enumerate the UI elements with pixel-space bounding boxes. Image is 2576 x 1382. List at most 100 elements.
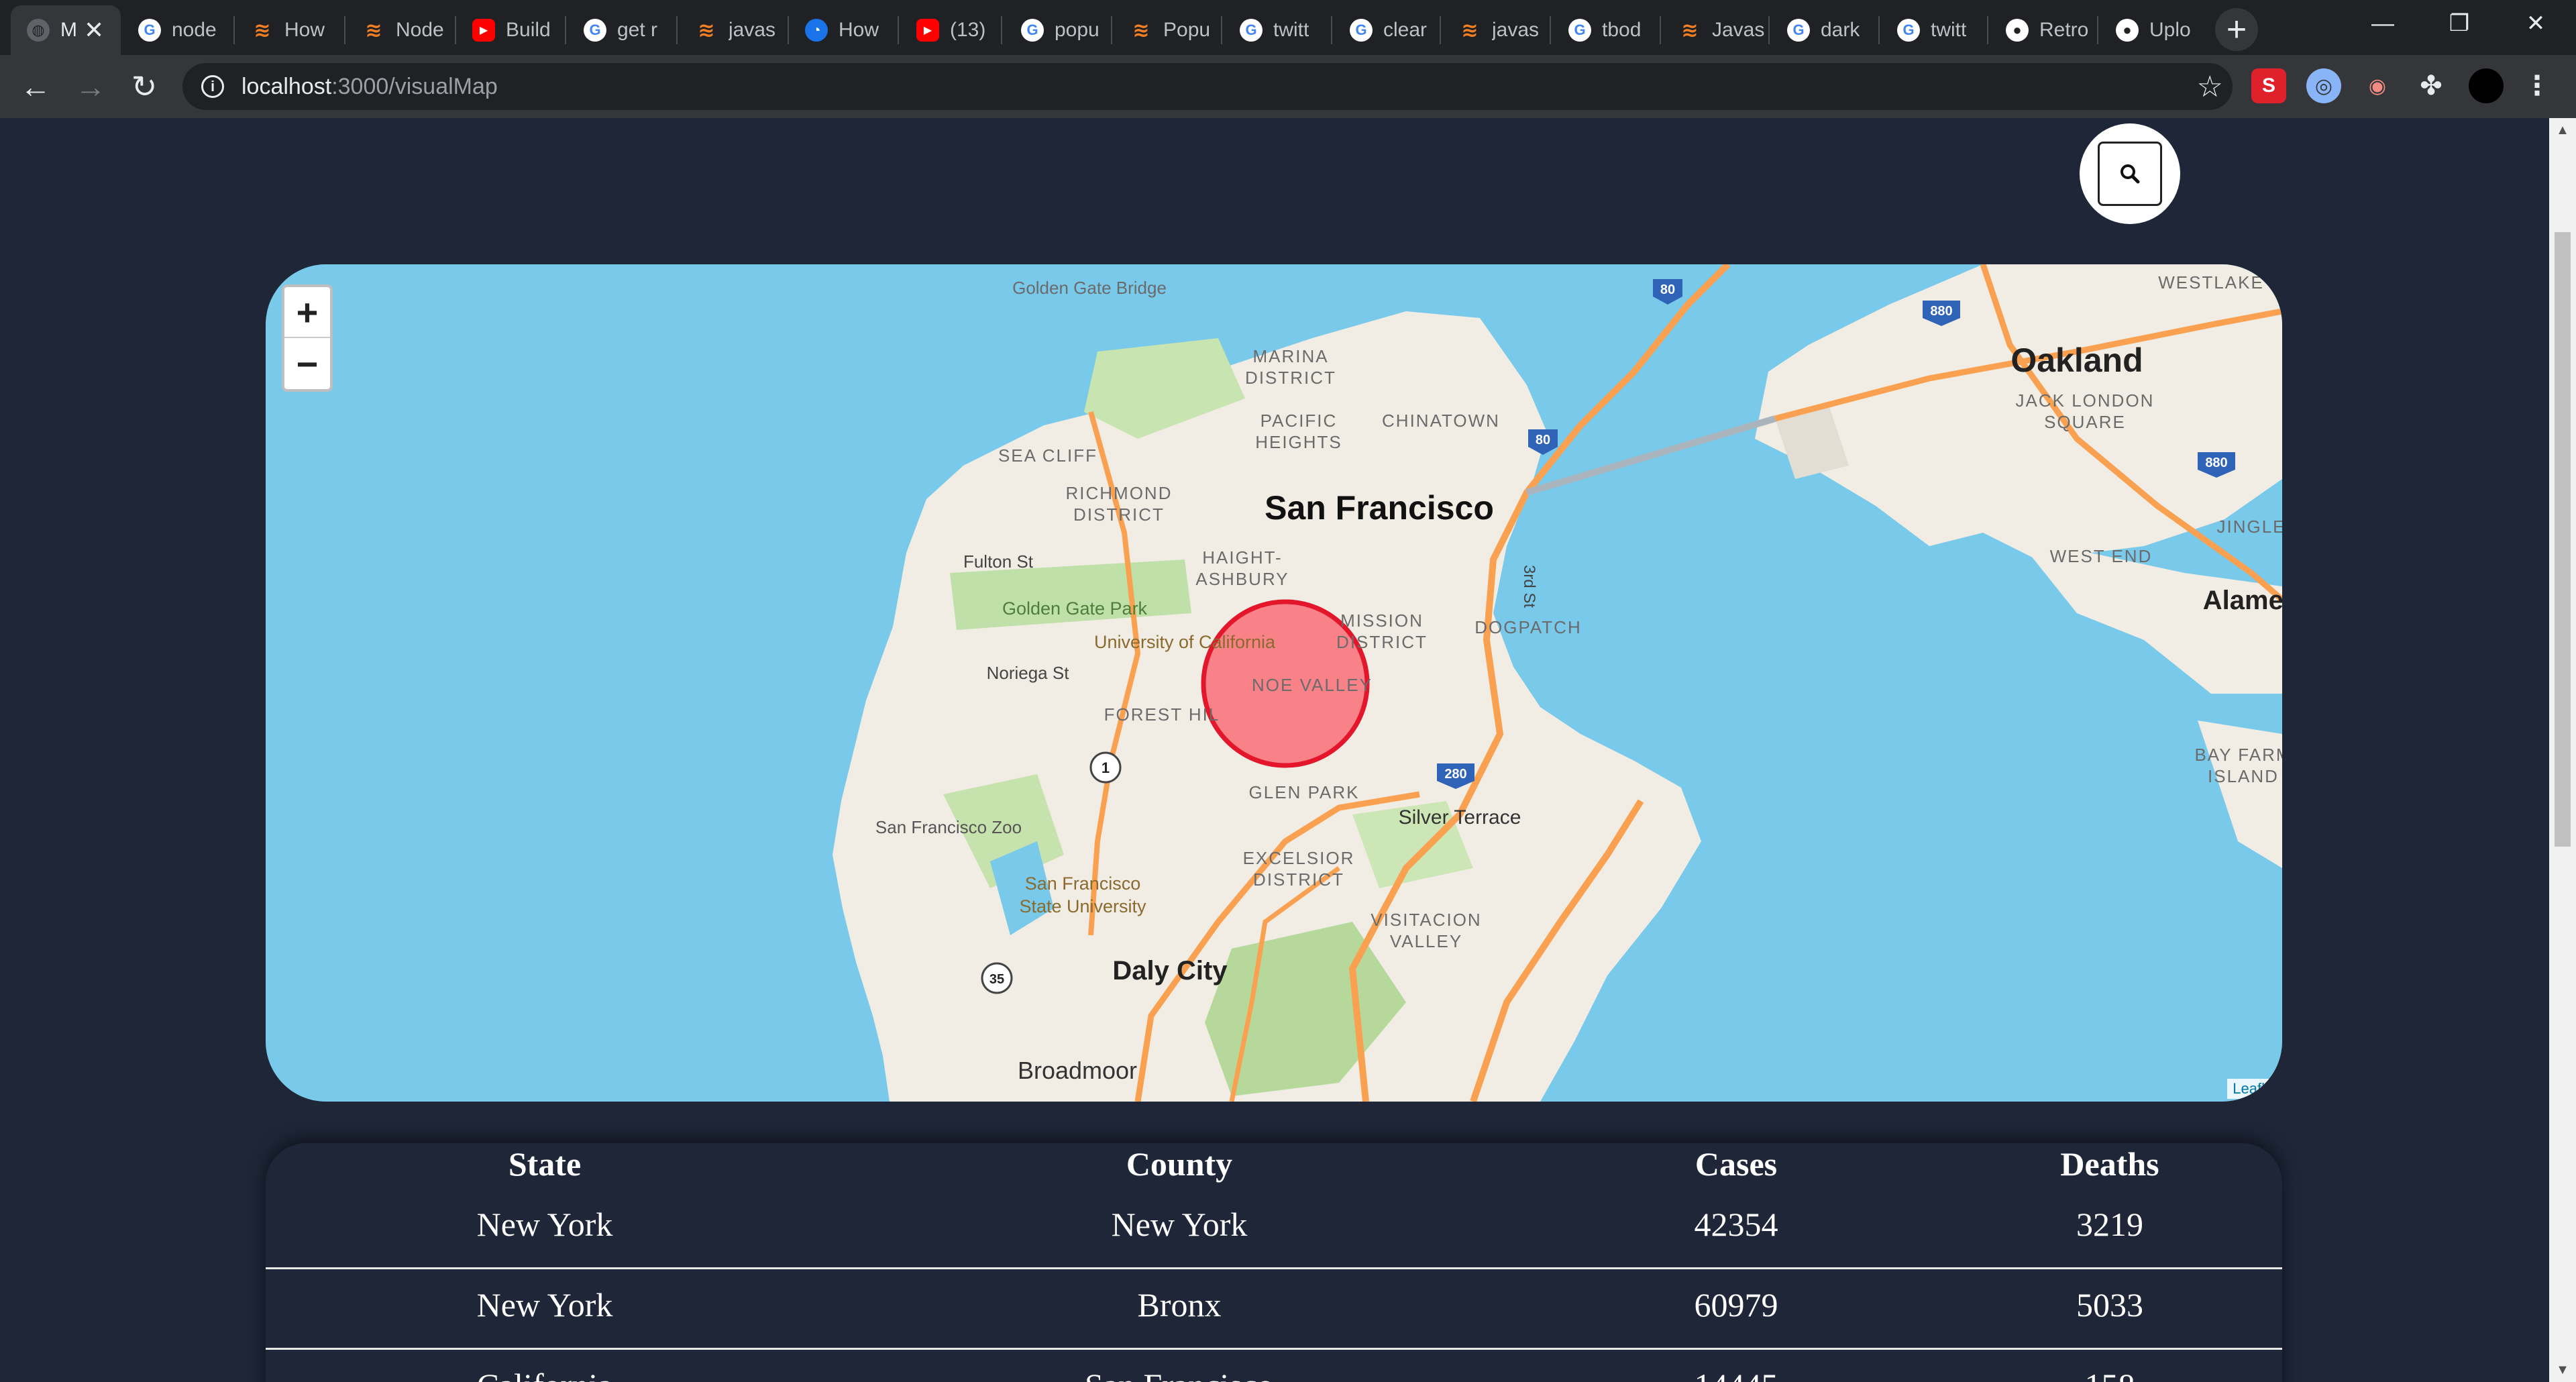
back-arrow-icon[interactable]: ← (13, 64, 58, 109)
label-forest-hill: FOREST HIL (1104, 704, 1220, 725)
tab-divider (1660, 16, 1661, 44)
minimize-icon[interactable]: — (2345, 0, 2420, 47)
header-deaths: Deaths (2060, 1145, 2159, 1183)
address-bar[interactable]: i localhost:3000/visualMap ☆ (182, 63, 2233, 110)
label-jack-london: JACK LONDON (2016, 390, 2155, 411)
tab-twitt[interactable]: Gtwitt (1224, 5, 1331, 55)
header-state: State (508, 1145, 582, 1183)
stackoverflow-icon: ≋ (698, 19, 715, 42)
google-icon: G (584, 19, 606, 42)
tab-javas2[interactable]: ≋ javas (1442, 5, 1550, 55)
extension-s-icon[interactable]: S (2251, 68, 2286, 103)
header-cases: Cases (1695, 1145, 1778, 1183)
label-noriega-st: Noriega St (987, 663, 1070, 683)
zoom-out-button[interactable]: − (284, 338, 330, 389)
extension-eyes-icon[interactable]: ◉ (2360, 68, 2395, 103)
tab-how2[interactable]: ◔ How (789, 5, 896, 55)
extension-circle-icon[interactable]: ◎ (2306, 68, 2341, 103)
label-alameda: Alamed (2203, 586, 2282, 615)
tab-node[interactable]: Gnode (122, 5, 229, 55)
tab-popu[interactable]: Gpopu (1005, 5, 1112, 55)
restore-icon[interactable]: ❐ (2422, 0, 2497, 47)
table-row: New York Bronx 60979 5033 (266, 1285, 2282, 1324)
reload-icon[interactable]: ↻ (122, 64, 166, 109)
label-district: DISTRICT (1073, 504, 1165, 525)
label-daly-city: Daly City (1112, 956, 1228, 986)
label-ucsf: University of California (1094, 632, 1276, 652)
cell-county: New York (1111, 1206, 1248, 1243)
shield-35-label: 35 (989, 972, 1004, 987)
label-chinatown: CHINATOWN (1382, 411, 1500, 431)
label-noe-valley: NOE VALLEY (1252, 675, 1373, 695)
tab-get[interactable]: Gget r (568, 5, 675, 55)
label-excelsior: EXCELSIOR (1243, 848, 1355, 868)
info-icon[interactable]: i (201, 75, 224, 98)
zoom-in-button[interactable]: + (284, 287, 330, 338)
tab-divider (1768, 16, 1770, 44)
tab-uplo[interactable]: ● Uplo (2100, 5, 2207, 55)
tab-divider (898, 16, 899, 44)
label-valley: VALLEY (1390, 931, 1462, 951)
extensions-puzzle-icon[interactable]: ✤ (2414, 68, 2449, 103)
cases-table: State County Cases Deaths New York New Y… (266, 1143, 2282, 1382)
url-host: localhost (241, 73, 332, 99)
tab-build[interactable]: ▶ Build (456, 5, 564, 55)
tab-divider (2097, 16, 2098, 44)
label-golden-gate-park: Golden Gate Park (1002, 598, 1148, 619)
table-row: California San Francisco 14445 158 (266, 1366, 2282, 1382)
globe-icon: ◍ (27, 19, 50, 42)
new-tab-button[interactable]: + (2215, 8, 2258, 51)
tab-active[interactable]: ◍ M ✕ (11, 5, 121, 55)
scrollbar-thumb[interactable] (2555, 232, 2571, 847)
map-view[interactable]: 80 80 880 880 280 1 35 Golden Gate Bridg… (266, 264, 2282, 1102)
github-icon: ● (2116, 19, 2139, 42)
label-sfsu: State University (1019, 896, 1146, 916)
tab-node2[interactable]: ≋ Node (346, 5, 453, 55)
cell-state: California (266, 1366, 824, 1382)
scroll-down-arrow-icon[interactable]: ▼ (2549, 1358, 2576, 1382)
close-window-icon[interactable]: ✕ (2498, 0, 2573, 47)
label-jingle: JINGLE (2216, 517, 2282, 537)
tab-popu2[interactable]: ≋ Popu (1114, 5, 1221, 55)
table-row: New York New York 42354 3219 (266, 1205, 2282, 1244)
bookmark-star-icon[interactable]: ☆ (2197, 70, 2223, 104)
google-icon: G (1897, 19, 1920, 42)
search-button[interactable] (2098, 142, 2162, 206)
google-icon: G (1021, 19, 1044, 42)
tab-twitt2[interactable]: Gtwitt (1881, 5, 1988, 55)
cell-cases: 14445 (1535, 1366, 1937, 1382)
tab-divider (1001, 16, 1002, 44)
tab-divider (1550, 16, 1551, 44)
header-county: County (1126, 1145, 1233, 1183)
tab-javas3[interactable]: ≋ Javas (1662, 5, 1770, 55)
scroll-up-arrow-icon[interactable]: ▲ (2549, 118, 2576, 142)
tab-how[interactable]: ≋ How (235, 5, 342, 55)
tab-retro[interactable]: ● Retro (1990, 5, 2097, 55)
map-tiles: 80 80 880 880 280 1 35 Golden Gate Bridg… (266, 264, 2282, 1102)
page-scrollbar[interactable]: ▲ ▼ (2549, 118, 2576, 1382)
leaflet-attribution-link[interactable]: Leafl (2227, 1079, 2270, 1099)
menu-kebab-icon[interactable]: ⋮ (2520, 68, 2555, 103)
profile-avatar[interactable] (2469, 68, 2504, 103)
label-3rd-st: 3rd St (1520, 565, 1538, 608)
row-divider (266, 1267, 2282, 1269)
tab-tbod[interactable]: Gtbod (1552, 5, 1660, 55)
label-westlake: WESTLAKE (2158, 272, 2264, 293)
tab-clear[interactable]: Gclear (1334, 5, 1441, 55)
shield-280-label: 280 (1444, 767, 1466, 782)
close-tab-icon[interactable]: ✕ (84, 16, 104, 44)
tab-dark[interactable]: Gdark (1771, 5, 1878, 55)
search-button-wrapper (2080, 123, 2180, 224)
label-square: SQUARE (2044, 412, 2126, 432)
tab-youtube[interactable]: ▶ (13) (900, 5, 1008, 55)
forward-arrow-icon[interactable]: → (68, 64, 113, 109)
stackoverflow-icon: ≋ (1461, 19, 1479, 42)
label-sea-cliff: SEA CLIFF (998, 445, 1097, 466)
label-pacific: PACIFIC (1260, 411, 1338, 431)
tab-javas[interactable]: ≋ javas (679, 5, 786, 55)
google-icon: G (138, 19, 161, 42)
label-visitacion: VISITACION (1371, 910, 1481, 930)
loading-icon: ◔ (805, 19, 828, 42)
label-broadmoor: Broadmoor (1018, 1057, 1137, 1084)
label-fulton-st: Fulton St (963, 551, 1034, 572)
